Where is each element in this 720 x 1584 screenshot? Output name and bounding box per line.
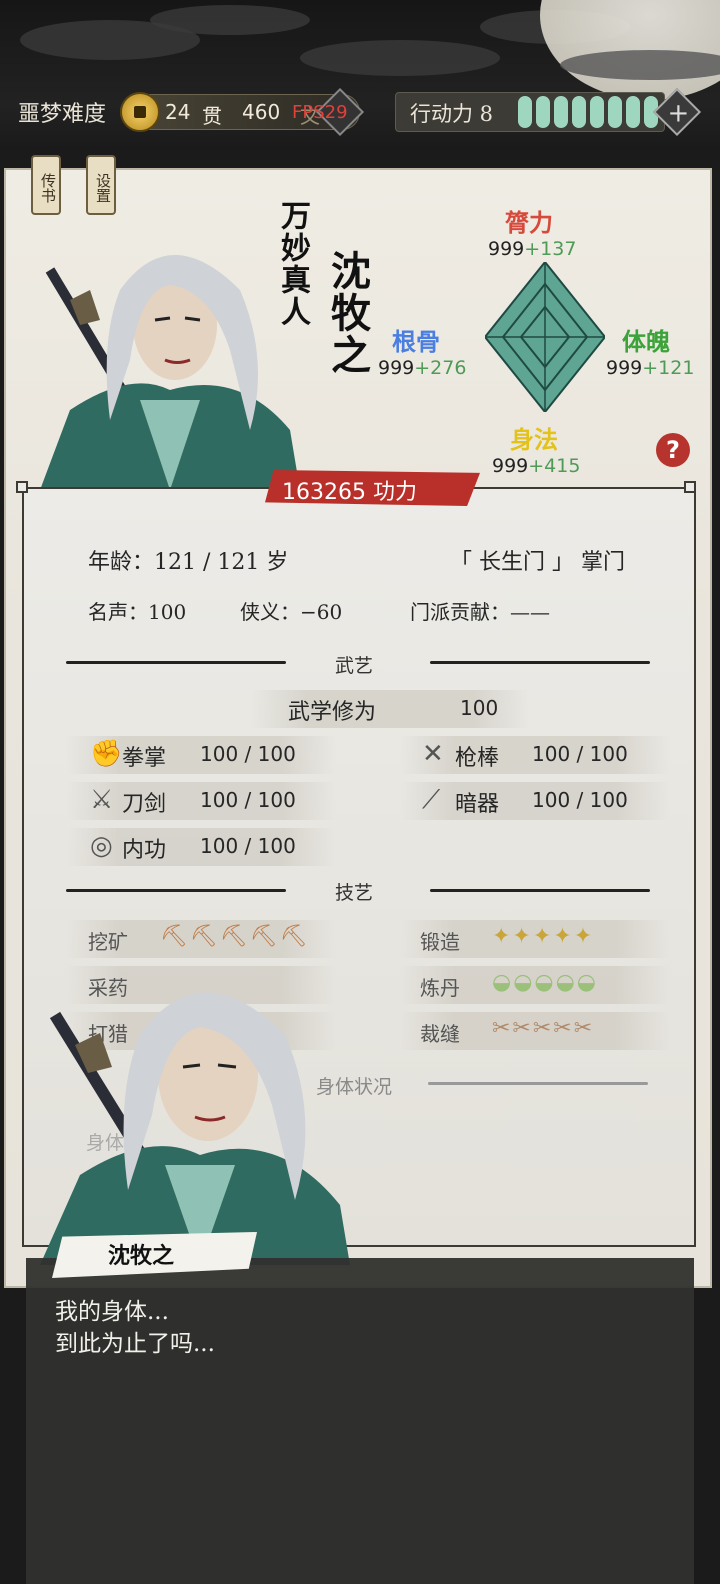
skill-value-hidden-weapon: 100 / 100 <box>532 788 628 812</box>
letter-button[interactable]: 传书 <box>31 155 61 215</box>
action-point-pip <box>608 96 622 128</box>
action-point-pip <box>626 96 640 128</box>
action-point-pip <box>590 96 604 128</box>
difficulty-label: 噩梦难度 <box>18 102 107 127</box>
cultivation-label: 武学修为 <box>288 700 377 725</box>
divider <box>428 1082 648 1085</box>
action-point-pip <box>536 96 550 128</box>
panel-corner <box>16 481 28 493</box>
currency-amount-1: 24 <box>165 100 191 124</box>
character-title: 万妙真人 <box>275 200 310 328</box>
speaker-name: 沈牧之 <box>108 1243 175 1269</box>
skill-value-inner: 100 / 100 <box>200 834 296 858</box>
sect-text: 「 长生门 」 掌门 <box>450 550 625 575</box>
dialog-line-2: 到此为止了吗... <box>55 1331 215 1357</box>
crafts-heading: 技艺 <box>335 882 374 904</box>
fist-icon: ✊ <box>90 739 123 769</box>
settings-button[interactable]: 设置 <box>86 155 116 215</box>
divider <box>66 661 286 664</box>
action-point-pip <box>572 96 586 128</box>
character-portrait <box>40 255 300 490</box>
skill-name-sword: 刀剑 <box>122 792 167 817</box>
skill-name-inner: 内功 <box>122 838 167 863</box>
tailoring-needle-icons: ✂✂✂✂✂ <box>492 1016 595 1041</box>
cultivation-value: 100 <box>460 696 499 720</box>
divider <box>430 889 650 892</box>
chivalry-text: 侠义：−60 <box>240 600 343 624</box>
plus-icon: + <box>667 98 690 129</box>
alchemy-bowl-icons: ◒◒◒◒◒ <box>492 970 598 995</box>
divider <box>66 889 286 892</box>
craft-name-mining: 挖矿 <box>88 930 128 954</box>
craft-name-tailoring: 裁缝 <box>420 1022 460 1046</box>
attr-strength-name: 膂力 <box>505 208 553 237</box>
sword-icon: ⚔ <box>90 785 114 815</box>
spear-icon: ✕ <box>422 739 444 769</box>
fps-counter: FPS29 <box>292 102 348 123</box>
skill-value-sword: 100 / 100 <box>200 788 296 812</box>
attr-physique-name: 体魄 <box>622 327 670 356</box>
skill-name-fist: 拳掌 <box>122 746 167 771</box>
skill-name-spear: 枪棒 <box>455 746 500 771</box>
help-button[interactable]: ? <box>656 433 690 467</box>
craft-name-forging: 锻造 <box>420 930 460 954</box>
character-name: 沈牧之 <box>324 250 371 376</box>
attr-strength-value: 999+137 <box>488 238 577 260</box>
craft-name-alchemy: 炼丹 <box>420 976 460 1000</box>
action-point-pip <box>554 96 568 128</box>
skill-value-fist: 100 / 100 <box>200 742 296 766</box>
speaker-portrait <box>40 992 350 1265</box>
skill-name-hidden-weapon: 暗器 <box>455 792 500 817</box>
divider <box>430 661 650 664</box>
attr-agility-value: 999+415 <box>492 455 581 477</box>
attr-constitution-name: 根骨 <box>392 327 440 356</box>
power-value: 163265 功力 <box>282 480 417 505</box>
martial-heading: 武艺 <box>335 655 374 677</box>
contribution-text: 门派贡献：—— <box>410 600 550 624</box>
attr-constitution-value: 999+276 <box>378 357 467 379</box>
fame-text: 名声：100 <box>88 600 187 624</box>
mining-pickaxe-icons: ⛏⛏⛏⛏⛏ <box>160 924 310 949</box>
coin-icon <box>120 92 160 132</box>
dart-icon: ⟋ <box>422 785 441 815</box>
attr-agility-name: 身法 <box>510 425 558 454</box>
forging-anvil-icons: ✦✦✦✦✦ <box>492 924 595 949</box>
dialog-line-1: 我的身体... <box>55 1299 169 1325</box>
skill-value-spear: 100 / 100 <box>532 742 628 766</box>
currency-unit-1: 贯 <box>202 104 222 128</box>
age-text: 年龄：121 / 121 岁 <box>88 550 289 575</box>
action-points-label: 行动力 8 <box>410 102 494 126</box>
currency-amount-2: 460 <box>242 100 281 124</box>
attr-physique-value: 999+121 <box>606 357 695 379</box>
action-point-pip <box>518 96 532 128</box>
inner-power-icon: ◎ <box>90 831 113 861</box>
panel-corner <box>684 481 696 493</box>
attribute-radar <box>485 262 605 412</box>
